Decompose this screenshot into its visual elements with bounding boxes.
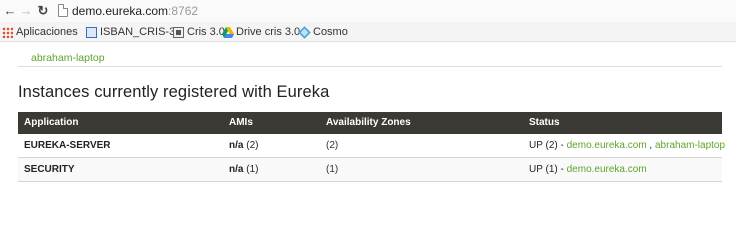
bookmark-cosmo[interactable]: Cosmo: [298, 25, 348, 39]
bookmark-drive[interactable]: Drive cris 3.0: [222, 25, 300, 39]
bookmark-label: ISBAN_CRIS-3.0: [100, 26, 185, 38]
replica-link[interactable]: abraham-laptop: [31, 52, 105, 64]
cris-icon: [173, 26, 184, 38]
status-prefix: UP (2) -: [529, 140, 567, 151]
apps-grid-icon: [2, 26, 13, 38]
table-row: SECURITY n/a (1) (1) UP (1) - demo.eurek…: [18, 158, 722, 182]
cosmo-diamond-icon: [298, 25, 311, 39]
amis-cell: n/a (1): [229, 164, 258, 176]
instance-link[interactable]: abraham-laptop: [655, 140, 725, 151]
zones-cell: (2): [326, 140, 339, 151]
url-field[interactable]: demo.eureka.com:8762: [72, 4, 198, 18]
column-header-status: Status: [529, 117, 560, 128]
column-header-amis: AMIs: [229, 117, 253, 128]
zones-cell: (1): [326, 164, 339, 175]
ami-count: (2): [246, 140, 259, 151]
column-header-application: Application: [24, 117, 79, 128]
application-name: EUREKA-SERVER: [24, 140, 111, 151]
status-prefix: UP (1) -: [529, 164, 567, 175]
amis-cell: n/a (2): [229, 140, 258, 152]
application-name: SECURITY: [24, 164, 75, 175]
instance-link[interactable]: demo.eureka.com: [567, 140, 647, 151]
ami-na: n/a: [229, 164, 244, 175]
table-row: EUREKA-SERVER n/a (2) (2) UP (2) - demo.…: [18, 134, 725, 158]
bookmark-label: Aplicaciones: [16, 26, 78, 38]
status-cell: UP (1) - demo.eureka.com: [529, 164, 647, 176]
bookmarks-bar: Aplicaciones ISBAN_CRIS-3.0 Cris 3.0 Dri…: [0, 22, 736, 42]
bookmark-label: Cris 3.0: [187, 26, 225, 38]
table-header: Application AMIs Availability Zones Stat…: [18, 112, 722, 134]
url-port: :8762: [168, 4, 199, 18]
isban-icon: [86, 26, 97, 38]
forward-arrow-icon[interactable]: →: [19, 3, 33, 19]
instance-link[interactable]: demo.eureka.com: [567, 164, 647, 175]
ami-na: n/a: [229, 140, 244, 151]
page-content: abraham-laptop Instances currently regis…: [0, 43, 736, 200]
bookmark-aplicaciones[interactable]: Aplicaciones: [2, 25, 78, 39]
page-icon: [58, 4, 68, 17]
bookmark-cris[interactable]: Cris 3.0: [173, 25, 225, 39]
bookmark-isban[interactable]: ISBAN_CRIS-3.0: [86, 25, 184, 39]
ami-count: (1): [246, 164, 259, 175]
previous-section: [18, 43, 722, 67]
instances-table: Application AMIs Availability Zones Stat…: [18, 112, 725, 182]
browser-address-bar: ← → ↻ demo.eureka.com:8762: [0, 0, 736, 22]
column-header-zones: Availability Zones: [326, 117, 411, 128]
bookmark-label: Drive cris 3.0: [236, 26, 301, 38]
back-arrow-icon[interactable]: ←: [3, 3, 17, 19]
status-cell: UP (2) - demo.eureka.com , abraham-lapto…: [529, 140, 725, 152]
page-title: Instances currently registered with Eure…: [18, 83, 330, 101]
google-drive-icon: [222, 26, 234, 38]
reload-icon[interactable]: ↻: [36, 3, 50, 19]
url-host: demo.eureka.com: [72, 4, 169, 18]
separator: ,: [646, 140, 655, 151]
bookmark-label: Cosmo: [313, 26, 348, 38]
